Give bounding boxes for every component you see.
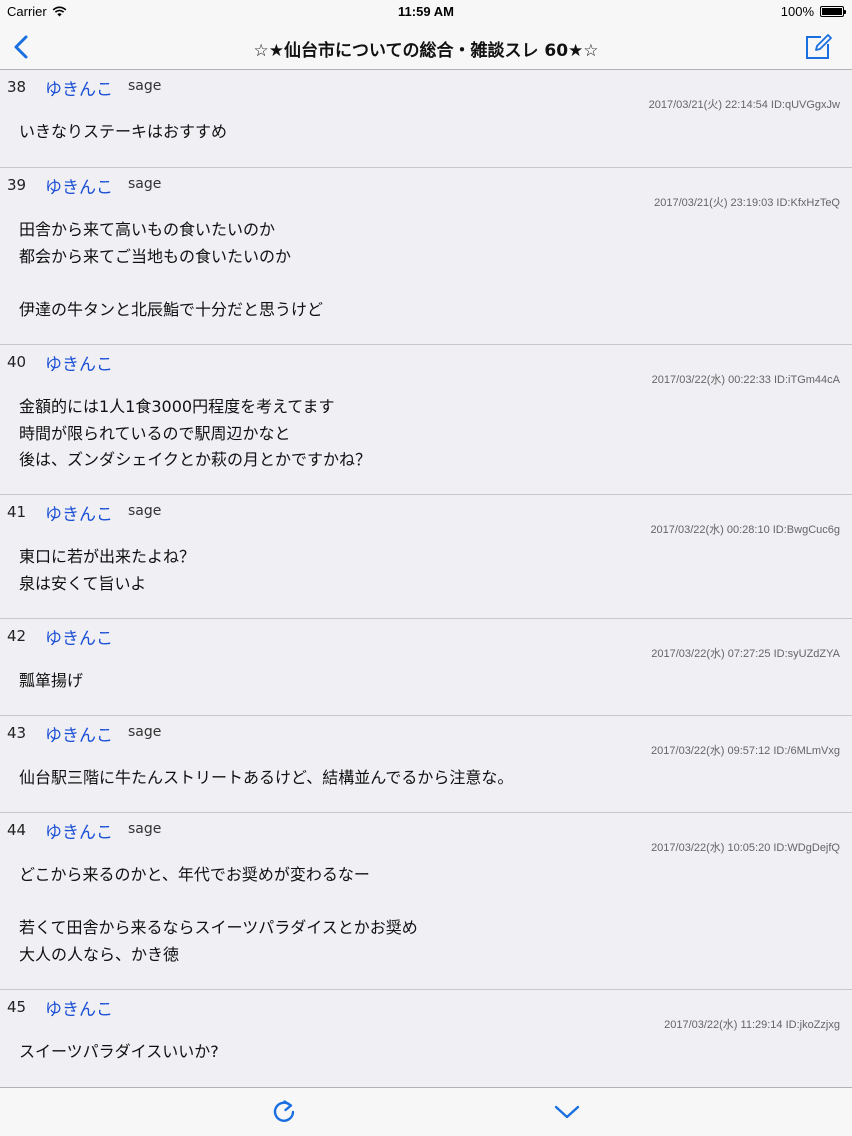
post-number[interactable]: 44 (7, 821, 26, 839)
compose-icon (806, 34, 832, 59)
post-line: 若くて田舎から来るならスイーツパラダイスとかお奨め (19, 918, 418, 937)
post-item[interactable]: 42 ゆきんこ 2017/03/22(水) 07:27:25 ID:syUZdZ… (0, 619, 852, 716)
post-author[interactable]: ゆきんこ (45, 995, 113, 1020)
post-line: どこから来るのかと、年代でお奨めが変わるなー (19, 865, 370, 884)
post-list[interactable]: 38 ゆきんこ sage 2017/03/21(火) 22:14:54 ID:q… (0, 70, 852, 1087)
post-item[interactable]: 44 ゆきんこ sage 2017/03/22(水) 10:05:20 ID:W… (0, 813, 852, 990)
post-item[interactable]: 43 ゆきんこ sage 2017/03/22(水) 09:57:12 ID:/… (0, 716, 852, 813)
post-line: 都会から来てご当地もの食いたいのか (19, 246, 292, 266)
post-mail: sage (128, 176, 162, 192)
post-line (19, 889, 838, 916)
post-author[interactable]: ゆきんこ (45, 818, 113, 843)
post-line: 仙台駅三階に牛たんストリートあるけど、結構並んでるから注意な。 (19, 768, 514, 787)
post-number[interactable]: 38 (7, 78, 26, 96)
reload-button[interactable] (270, 1098, 298, 1126)
post-number[interactable]: 39 (7, 176, 26, 194)
post-mail: sage (128, 78, 162, 94)
post-number[interactable]: 45 (7, 998, 26, 1016)
post-line: スイーツパラダイスいいか? (19, 1042, 219, 1061)
post-body: いきなりステーキはおすすめ (19, 119, 838, 146)
post-line: 田舎から来て高いもの食いたいのか (19, 220, 276, 239)
post-item[interactable]: 45 ゆきんこ 2017/03/22(水) 11:29:14 ID:jkoZzj… (0, 990, 852, 1087)
battery-icon (820, 6, 846, 17)
battery-percent: 100% (780, 4, 814, 19)
post-line: 大人の人なら、かき徳 (19, 944, 180, 964)
post-mail: sage (128, 724, 162, 740)
scroll-bottom-button[interactable] (553, 1100, 581, 1124)
post-meta[interactable]: 2017/03/22(水) 09:57:12 ID:/6MLmVxg (651, 742, 840, 758)
post-body: 瓢箪揚げ (19, 668, 838, 695)
post-line: 瓢箪揚げ (19, 671, 84, 690)
post-number[interactable]: 41 (7, 503, 26, 521)
chevron-left-icon (14, 35, 28, 59)
post-meta[interactable]: 2017/03/22(水) 07:27:25 ID:syUZdZYA (651, 645, 840, 661)
post-line: いきなりステーキはおすすめ (19, 122, 228, 141)
post-number[interactable]: 43 (7, 724, 26, 742)
bottom-toolbar (0, 1087, 852, 1136)
post-author[interactable]: ゆきんこ (45, 173, 113, 198)
post-meta[interactable]: 2017/03/22(水) 11:29:14 ID:jkoZzjxg (664, 1016, 840, 1032)
chevron-down-icon (554, 1105, 580, 1119)
post-line: 泉は安くて旨いよ (19, 573, 147, 593)
post-meta[interactable]: 2017/03/22(水) 10:05:20 ID:WDgDejfQ (651, 839, 840, 855)
post-body: どこから来るのかと、年代でお奨めが変わるなー 若くて田舎から来るならスイーツパラ… (19, 862, 838, 968)
post-author[interactable]: ゆきんこ (45, 500, 113, 525)
post-item[interactable]: 40 ゆきんこ 2017/03/22(水) 00:22:33 ID:iTGm44… (0, 345, 852, 495)
thread-title: ☆★仙台市についての総合・雑談スレ 60★☆ (253, 41, 599, 61)
post-line: 伊達の牛タンと北辰鮨で十分だと思うけど (19, 299, 324, 319)
post-meta[interactable]: 2017/03/21(火) 22:14:54 ID:qUVGgxJw (649, 96, 840, 112)
post-line (19, 270, 838, 297)
post-body: スイーツパラダイスいいか? (19, 1039, 838, 1066)
post-author[interactable]: ゆきんこ (45, 721, 113, 746)
post-meta[interactable]: 2017/03/22(水) 00:28:10 ID:BwgCuc6g (650, 521, 840, 537)
post-item[interactable]: 41 ゆきんこ sage 2017/03/22(水) 00:28:10 ID:B… (0, 495, 852, 619)
post-author[interactable]: ゆきんこ (45, 624, 113, 649)
post-line: 東口に若が出来たよね？ (19, 547, 196, 566)
post-body: 田舎から来て高いもの食いたいのか 都会から来てご当地もの食いたいのか 伊達の牛タ… (19, 217, 838, 323)
post-mail: sage (128, 821, 162, 837)
post-number[interactable]: 42 (7, 627, 26, 645)
reload-icon (273, 1100, 295, 1122)
battery-info: 100% (780, 4, 846, 19)
status-bar: Carrier 11:59 AM 100% (0, 0, 852, 24)
status-time: 11:59 AM (398, 4, 454, 19)
post-number[interactable]: 40 (7, 353, 26, 371)
post-line: 後は、ズンダシェイクとか萩の月とかですかね？ (19, 450, 372, 469)
post-body: 仙台駅三階に牛たんストリートあるけど、結構並んでるから注意な。 (19, 765, 838, 792)
navigation-bar: ☆★仙台市についての総合・雑談スレ 60★☆ (0, 24, 852, 70)
compose-button[interactable] (804, 33, 832, 61)
post-mail: sage (128, 503, 162, 519)
post-line: 時間が限られているので駅周辺かなと (19, 423, 291, 443)
post-body: 金額的には1人1食3000円程度を考えてます 時間が限られているので駅周辺かなと… (19, 394, 838, 474)
post-author[interactable]: ゆきんこ (45, 350, 113, 375)
post-item[interactable]: 39 ゆきんこ sage 2017/03/21(火) 23:19:03 ID:K… (0, 168, 852, 345)
back-button[interactable] (10, 34, 34, 60)
post-body: 東口に若が出来たよね？ 泉は安くて旨いよ (19, 544, 838, 597)
post-meta[interactable]: 2017/03/22(水) 00:22:33 ID:iTGm44cA (652, 371, 840, 387)
post-line: 金額的には1人1食3000円程度を考えてます (19, 397, 335, 416)
post-author[interactable]: ゆきんこ (45, 75, 113, 100)
post-meta[interactable]: 2017/03/21(火) 23:19:03 ID:KfxHzTeQ (654, 194, 840, 210)
post-item[interactable]: 38 ゆきんこ sage 2017/03/21(火) 22:14:54 ID:q… (0, 70, 852, 168)
